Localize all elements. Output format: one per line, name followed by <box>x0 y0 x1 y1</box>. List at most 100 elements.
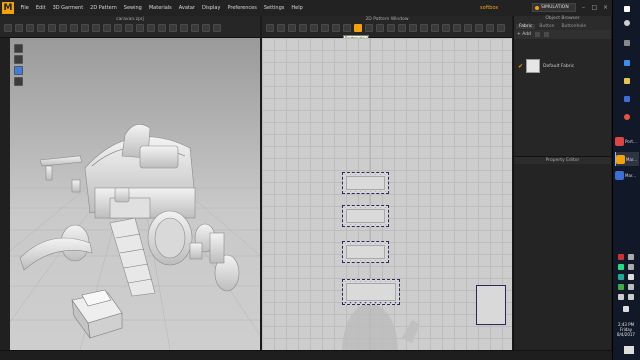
3d-tool-icon[interactable] <box>103 24 111 32</box>
3d-tool-icon[interactable] <box>213 24 221 32</box>
2d-tool-icon[interactable] <box>277 24 285 32</box>
2d-tool-icon[interactable] <box>387 24 395 32</box>
2d-tool-icon[interactable] <box>376 24 384 32</box>
menu-settings[interactable]: Settings <box>260 5 288 11</box>
2d-tool-icon[interactable] <box>453 24 461 32</box>
menu-sewing[interactable]: Sewing <box>120 5 145 11</box>
render-tool-icon[interactable] <box>14 66 23 75</box>
menu-file[interactable]: File <box>17 5 32 11</box>
network-icon[interactable] <box>628 294 634 300</box>
3d-tool-icon[interactable] <box>37 24 45 32</box>
taskbar-app-port[interactable]: Port... <box>615 134 639 148</box>
task-view-icon[interactable] <box>624 40 630 46</box>
2d-tool-icon[interactable] <box>310 24 318 32</box>
tray-icon[interactable] <box>628 264 634 270</box>
3d-tool-icon[interactable] <box>158 24 166 32</box>
simulation-label: SIMULATION <box>541 5 569 10</box>
3d-tool-icon[interactable] <box>202 24 210 32</box>
delete-icon[interactable] <box>543 32 549 37</box>
copy-icon[interactable] <box>534 32 540 37</box>
menu-materials[interactable]: Materials <box>145 5 175 11</box>
2d-tool-icon[interactable] <box>266 24 274 32</box>
pattern-piece[interactable] <box>342 279 400 305</box>
2d-tool-icon[interactable] <box>354 24 362 32</box>
taskbar-clock[interactable]: 2:43 PM Friday 8/4/2017 <box>612 322 640 337</box>
2d-tool-icon[interactable] <box>475 24 483 32</box>
store-icon[interactable] <box>624 96 630 102</box>
pattern-piece[interactable] <box>342 172 389 194</box>
pattern-piece[interactable] <box>342 205 389 227</box>
3d-tool-icon[interactable] <box>136 24 144 32</box>
file-explorer-icon[interactable] <box>624 78 630 84</box>
tray-icon[interactable] <box>628 274 634 280</box>
volume-icon[interactable] <box>618 294 624 300</box>
2d-tool-icon[interactable] <box>398 24 406 32</box>
3d-viewport[interactable] <box>10 38 260 350</box>
3d-tool-icon[interactable] <box>92 24 100 32</box>
add-button[interactable]: + Add <box>517 32 531 37</box>
menu-preferences[interactable]: Preferences <box>224 5 260 11</box>
2d-tool-icon[interactable] <box>420 24 428 32</box>
taskbar-app-marvelous-2[interactable]: Mar... <box>615 168 639 182</box>
tray-icon[interactable] <box>618 254 624 260</box>
tray-icon[interactable] <box>618 264 624 270</box>
tray-icon[interactable] <box>618 274 624 280</box>
start-icon[interactable] <box>624 6 630 12</box>
menu-2d-pattern[interactable]: 2D Pattern <box>87 5 121 11</box>
menu-display[interactable]: Display <box>199 5 224 11</box>
chrome-icon[interactable] <box>624 114 630 120</box>
texture-tool-icon[interactable] <box>14 77 23 86</box>
3d-tool-icon[interactable] <box>169 24 177 32</box>
3d-tool-icon[interactable] <box>180 24 188 32</box>
2d-tool-icon[interactable] <box>497 24 505 32</box>
close-icon[interactable]: × <box>602 4 609 11</box>
keyboard-icon[interactable] <box>623 306 629 312</box>
2d-tool-icon[interactable] <box>288 24 296 32</box>
menu-3d-garment[interactable]: 3D Garment <box>49 5 87 11</box>
3d-tool-icon[interactable] <box>147 24 155 32</box>
2d-tool-icon[interactable] <box>464 24 472 32</box>
fabric-list-item[interactable]: ✔ Default Fabric <box>518 59 574 73</box>
search-icon[interactable] <box>624 20 630 26</box>
tab-fabric[interactable]: Fabric <box>516 24 536 29</box>
2d-tool-icon[interactable] <box>321 24 329 32</box>
3d-tool-icon[interactable] <box>191 24 199 32</box>
2d-tool-icon[interactable] <box>299 24 307 32</box>
notification-icon[interactable] <box>624 346 634 354</box>
menu-help[interactable]: Help <box>288 5 306 11</box>
3d-tool-icon[interactable] <box>48 24 56 32</box>
user-account[interactable]: softbox <box>480 3 512 13</box>
3d-tool-icon[interactable] <box>15 24 23 32</box>
3d-tool-icon[interactable] <box>125 24 133 32</box>
garment-tool-icon[interactable] <box>14 55 23 64</box>
menu-edit[interactable]: Edit <box>32 5 49 11</box>
3d-tool-icon[interactable] <box>26 24 34 32</box>
menu-avatar[interactable]: Avatar <box>175 5 198 11</box>
2d-tool-icon[interactable] <box>442 24 450 32</box>
tray-icon[interactable] <box>628 284 634 290</box>
2d-pattern-window[interactable] <box>262 38 512 350</box>
2d-tool-icon[interactable] <box>431 24 439 32</box>
2d-tool-icon[interactable] <box>332 24 340 32</box>
3d-tool-icon[interactable] <box>114 24 122 32</box>
3d-tool-icon[interactable] <box>4 24 12 32</box>
3d-tool-icon[interactable] <box>70 24 78 32</box>
3d-tool-icon[interactable] <box>59 24 67 32</box>
avatar-tool-icon[interactable] <box>14 44 23 53</box>
tray-icon[interactable] <box>618 284 624 290</box>
simulation-button[interactable]: SIMULATION <box>532 3 576 12</box>
2d-tool-icon[interactable] <box>365 24 373 32</box>
maximize-icon[interactable]: □ <box>591 4 598 11</box>
2d-tool-icon[interactable] <box>486 24 494 32</box>
tray-icon[interactable] <box>628 254 634 260</box>
2d-tool-icon[interactable] <box>409 24 417 32</box>
minimize-icon[interactable]: – <box>580 4 587 11</box>
2d-tool-icon[interactable] <box>343 24 351 32</box>
edge-icon[interactable] <box>624 60 630 66</box>
taskbar-app-marvelous[interactable]: Mar... <box>615 152 639 166</box>
tab-buttonhole[interactable]: Buttonhole <box>558 24 589 29</box>
selected-pattern-piece[interactable] <box>476 285 506 325</box>
tab-button[interactable]: Button <box>536 24 557 29</box>
3d-tool-icon[interactable] <box>81 24 89 32</box>
pattern-piece[interactable] <box>342 241 389 263</box>
